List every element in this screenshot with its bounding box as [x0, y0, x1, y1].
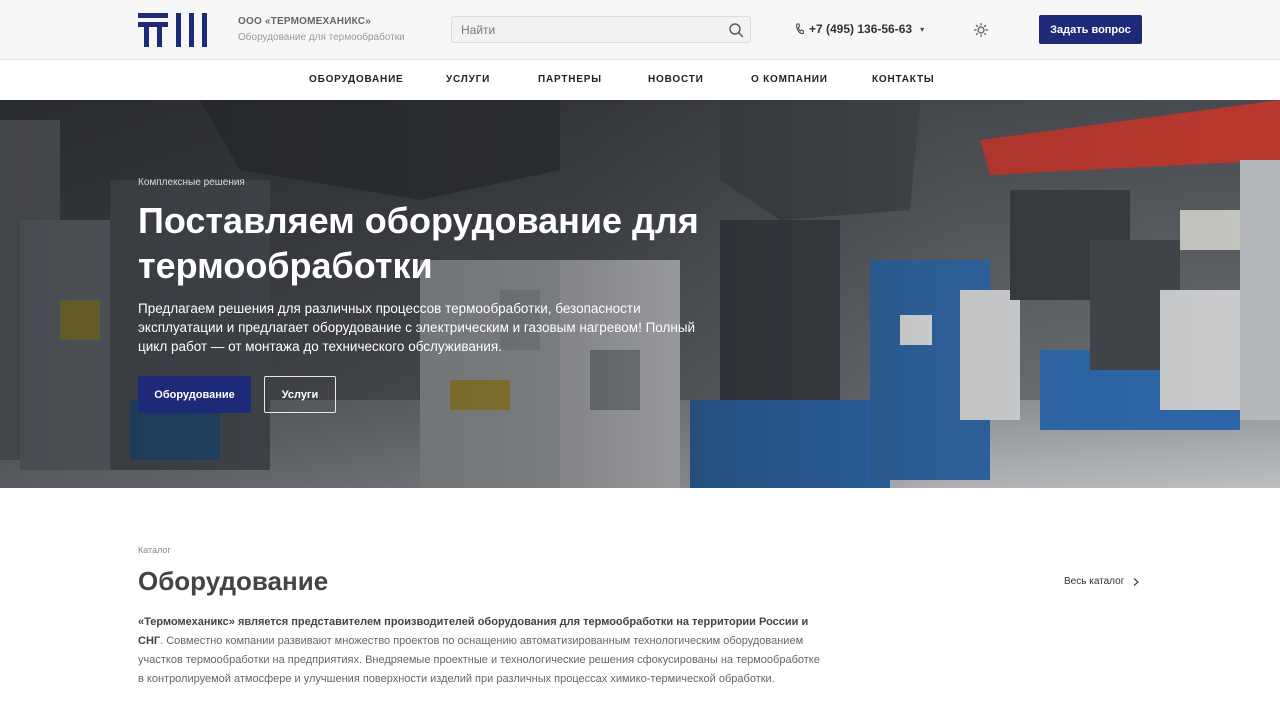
hero-kicker: Комплексные решения: [138, 177, 245, 188]
phone-icon: [795, 23, 804, 35]
all-catalog-label[interactable]: Весь каталог: [1064, 576, 1124, 587]
caret-down-icon[interactable]: ▾: [920, 25, 924, 34]
nav-item-news[interactable]: Новости: [648, 74, 704, 85]
nav-item-about[interactable]: О компании: [751, 74, 828, 85]
company-logo[interactable]: [138, 13, 212, 47]
top-header: ООО «ТЕРМОМЕХАНИКС» Оборудование для тер…: [0, 0, 1280, 60]
chevron-right-icon[interactable]: [1132, 577, 1140, 587]
ask-question-button[interactable]: Задать вопрос: [1039, 15, 1142, 44]
company-name: ООО «ТЕРМОМЕХАНИКС»: [238, 16, 371, 27]
nav-item-partners[interactable]: Партнеры: [538, 74, 602, 85]
hero-title: Поставляем оборудование для термообработ…: [138, 200, 699, 286]
catalog-title: Оборудование: [138, 566, 329, 596]
all-catalog-link[interactable]: Весь каталог: [1064, 576, 1140, 587]
main-nav: Оборудование Услуги Партнеры Новости О к…: [0, 60, 1280, 100]
hero-overlay: [0, 100, 1280, 488]
nav-item-contacts[interactable]: Контакты: [872, 74, 934, 85]
hero-banner: Комплексные решения Поставляем оборудова…: [0, 100, 1280, 488]
hero-description: Предлагаем решения для различных процесс…: [138, 301, 696, 354]
search-icon[interactable]: [728, 22, 744, 38]
catalog-description: «Термомеханикс» является представителем …: [138, 613, 828, 689]
sun-icon[interactable]: [973, 22, 989, 38]
search-box: [451, 16, 751, 43]
nav-item-services[interactable]: Услуги: [446, 74, 490, 85]
services-button[interactable]: Услуги: [264, 376, 336, 413]
company-info: ООО «ТЕРМОМЕХАНИКС» Оборудование для тер…: [238, 16, 405, 43]
equipment-button[interactable]: Оборудование: [138, 376, 251, 413]
nav-item-equipment[interactable]: Оборудование: [309, 74, 404, 85]
catalog-kicker: Каталог: [138, 545, 171, 555]
company-subtitle: Оборудование для термообработки: [238, 32, 405, 43]
phone-number[interactable]: +7 (495) 136-56-63: [809, 22, 912, 36]
catalog-description-rest: . Совместно компании развивают множество…: [138, 635, 820, 685]
search-input[interactable]: [452, 17, 722, 42]
phone-dropdown[interactable]: +7 (495) 136-56-63 ▾: [795, 22, 924, 36]
